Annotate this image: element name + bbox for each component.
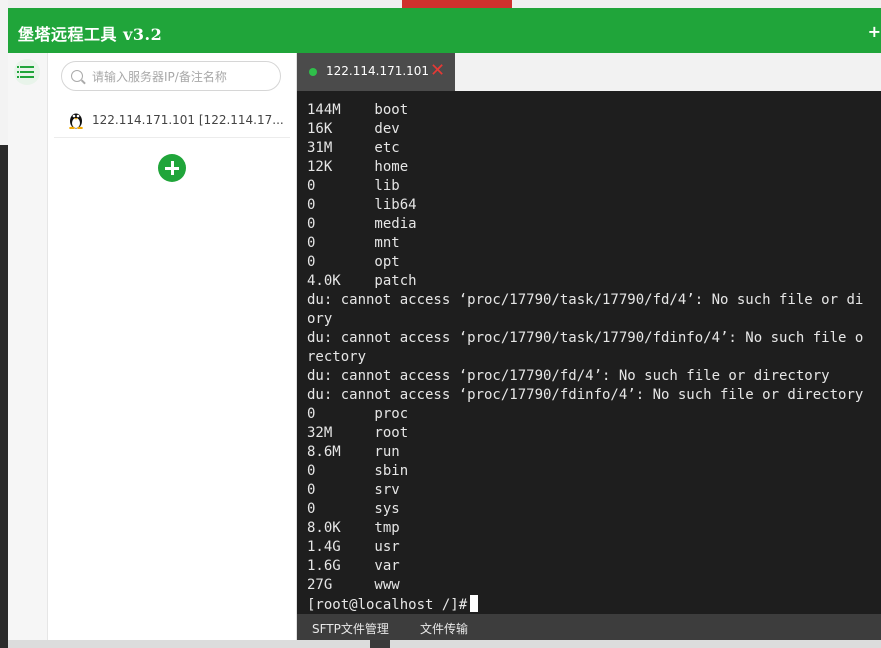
add-server-button[interactable] [158,154,186,182]
server-list-panel: 122.114.171.101 [122.114.17... [48,53,297,640]
window-control-button[interactable]: + [868,22,881,41]
title-bar[interactable]: 堡塔远程工具 v3.2 + [8,8,881,53]
terminal-line: 12K home [307,159,409,175]
terminal-line: 0 media [307,216,417,232]
terminal-line: du: cannot access ‘proc/17790/task/17790… [307,292,864,308]
terminal-line: 1.4G usr [307,539,400,555]
terminal-line: 0 lib [307,178,400,194]
terminal-line: du: cannot access ‘proc/17790/fdinfo/4’:… [307,387,864,403]
terminal-line: du: cannot access ‘proc/17790/task/17790… [307,330,864,346]
terminal-line: 16K dev [307,121,400,137]
background-bottom-dark [370,640,390,648]
terminal-line: 27G www [307,577,400,593]
terminal-cursor [470,595,479,612]
terminal-line: du: cannot access ‘proc/17790/fd/4’: No … [307,368,830,384]
terminal-line: 0 sbin [307,463,409,479]
server-search[interactable] [61,61,281,91]
prompt-text: [root@localhost /]# [307,597,468,613]
server-list-item[interactable]: 122.114.171.101 [122.114.17... [54,103,290,138]
terminal-line: ory [307,311,333,327]
terminal-line: 0 opt [307,254,400,270]
terminal-line: 144M boot [307,102,409,118]
terminal-lines: 144M boot 16K dev 31M etc 12K home 0 lib 0 li… [307,101,863,614]
app-title: 堡塔远程工具 v3.2 [18,25,163,44]
terminal-line: 1.6G var [307,558,400,574]
terminal-line: 0 proc [307,406,409,422]
terminal-prompt: [root@localhost /]# [307,595,863,614]
terminal-line: 0 srv [307,482,400,498]
icon-rail [8,53,48,640]
bottom-status-bar: SFTP文件管理 文件传输 [297,614,881,640]
terminal-line: 31M etc [307,140,400,156]
terminal-output[interactable]: 144M boot 16K dev 31M etc 12K home 0 lib 0 li… [297,91,881,614]
session-tab-label: 122.114.171.101 [326,64,430,78]
background-red-bar [402,0,512,8]
terminal-line: 4.0K patch [307,273,417,289]
terminal-line: 8.0K tmp [307,520,400,536]
search-input[interactable] [90,66,279,88]
background-bottom-strip [8,640,881,648]
session-tab-bar: 122.114.171.101 ✕ [297,53,881,91]
terminal-line: 32M root [307,425,409,441]
terminal-line: 8.6M run [307,444,400,460]
server-label: 122.114.171.101 [122.114.17... [92,113,284,127]
background-desktop-top [0,0,8,145]
terminal-line: 0 lib64 [307,197,417,213]
menu-list-icon[interactable] [14,59,40,85]
file-transfer-button[interactable]: 文件传输 [420,620,468,637]
close-icon[interactable]: ✕ [430,60,445,82]
session-tab[interactable]: 122.114.171.101 ✕ [297,53,455,91]
terminal-line: 0 mnt [307,235,400,251]
sftp-file-manager-button[interactable]: SFTP文件管理 [312,620,389,637]
connection-status-dot-icon [309,68,317,76]
app-window: 堡塔远程工具 v3.2 + 122.114.171.101 [122.114 [8,8,881,640]
terminal-line: rectory [307,349,367,365]
terminal-line: 0 sys [307,501,400,517]
search-icon [71,70,83,82]
linux-tux-icon [69,113,83,129]
